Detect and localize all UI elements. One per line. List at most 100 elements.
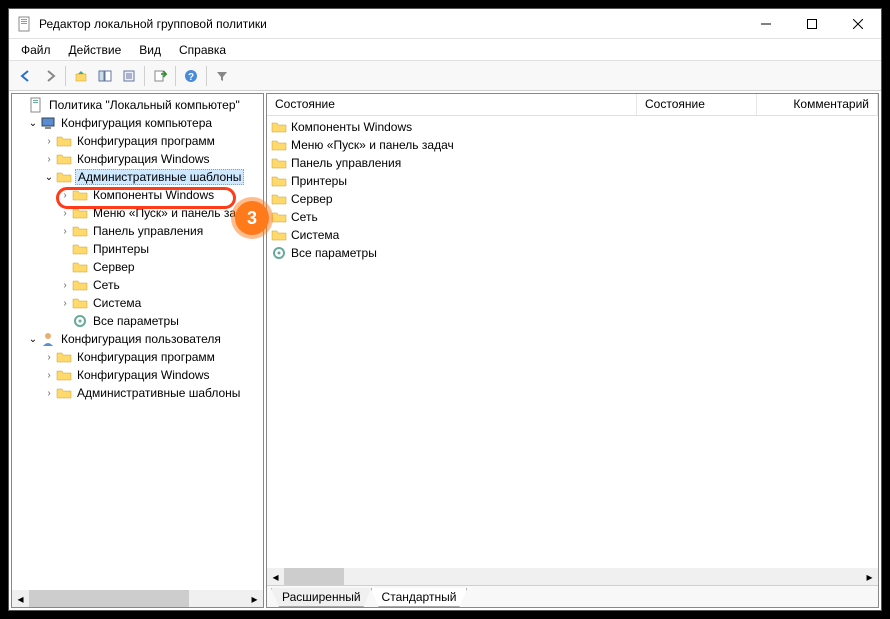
folder-icon [72,277,88,293]
scroll-track[interactable] [29,590,246,607]
tree-label: Конфигурация программ [75,350,217,364]
tree-label: Конфигурация программ [75,134,217,148]
policy-icon [28,97,44,113]
tree-hscrollbar[interactable]: ◂ ▸ [12,590,263,607]
tree-item[interactable]: Сервер [12,258,263,276]
minimize-button[interactable] [743,9,789,39]
list-label: Панель управления [291,156,401,170]
folder-icon [56,169,72,185]
chevron-down-icon[interactable]: ⌄ [26,118,40,129]
close-button[interactable] [835,9,881,39]
folder-icon [56,349,72,365]
list-item[interactable]: Компоненты Windows [267,118,878,136]
chevron-right-icon[interactable]: › [58,226,72,237]
list-item[interactable]: Принтеры [267,172,878,190]
tree-item[interactable]: › Сеть [12,276,263,294]
list-label: Принтеры [291,174,347,188]
chevron-right-icon[interactable]: › [42,352,56,363]
up-button[interactable] [70,65,92,87]
list-item[interactable]: Сеть [267,208,878,226]
toolbar-separator [206,66,207,86]
tree-item[interactable]: Все параметры [12,312,263,330]
tab-extended[interactable]: Расширенный [271,588,372,607]
chevron-right-icon[interactable]: › [42,370,56,381]
menu-file[interactable]: Файл [13,41,59,59]
tab-standard[interactable]: Стандартный [371,588,468,607]
column-header-state2[interactable]: Состояние [637,94,757,115]
tree-item[interactable]: › Конфигурация Windows [12,366,263,384]
list-hscrollbar[interactable]: ◂ ▸ [267,568,878,585]
list-label: Меню «Пуск» и панель задач [291,138,454,152]
tree-label: Конфигурация Windows [75,368,212,382]
folder-icon [56,151,72,167]
settings-icon [271,245,287,261]
menu-action[interactable]: Действие [61,41,130,59]
scroll-thumb[interactable] [284,568,344,585]
toolbar: ? [9,61,881,91]
settings-icon [72,313,88,329]
nav-back-button[interactable] [15,65,37,87]
list-label: Все параметры [291,246,377,260]
scroll-right-icon[interactable]: ▸ [246,590,263,607]
list-body[interactable]: Компоненты Windows Меню «Пуск» и панель … [267,116,878,568]
folder-icon [271,191,287,207]
column-header-comment[interactable]: Комментарий [757,94,878,115]
properties-button[interactable] [118,65,140,87]
menu-help[interactable]: Справка [171,41,234,59]
chevron-right-icon[interactable]: › [42,388,56,399]
view-tabs: Расширенный Стандартный [267,585,878,607]
tree-computer-config[interactable]: ⌄ Конфигурация компьютера [12,114,263,132]
chevron-right-icon[interactable]: › [58,280,72,291]
list-label: Компоненты Windows [291,120,412,134]
tree-root[interactable]: Политика "Локальный компьютер" [12,96,263,114]
export-button[interactable] [149,65,171,87]
chevron-down-icon[interactable]: ⌄ [42,172,56,183]
list-item[interactable]: Сервер [267,190,878,208]
folder-icon [271,137,287,153]
list-label: Сервер [291,192,333,206]
list-label: Система [291,228,339,242]
tree-item[interactable]: › Конфигурация Windows [12,150,263,168]
tree-item[interactable]: › Панель управления [12,222,263,240]
scroll-thumb[interactable] [29,590,189,607]
scroll-right-icon[interactable]: ▸ [861,568,878,585]
chevron-right-icon[interactable]: › [58,298,72,309]
tree-label: Конфигурация компьютера [59,116,214,130]
tree-item[interactable]: › Конфигурация программ [12,348,263,366]
filter-button[interactable] [211,65,233,87]
list-item[interactable]: Все параметры [267,244,878,262]
list-item[interactable]: Меню «Пуск» и панель задач [267,136,878,154]
tree-admin-templates[interactable]: ⌄ Административные шаблоны [12,168,263,186]
tree-item[interactable]: Принтеры [12,240,263,258]
folder-icon [72,223,88,239]
scroll-left-icon[interactable]: ◂ [267,568,284,585]
tree-label: Сеть [91,278,122,292]
list-item[interactable]: Система [267,226,878,244]
body: Политика "Локальный компьютер" ⌄ Конфигу… [9,91,881,610]
chevron-right-icon[interactable]: › [58,208,72,219]
tree-item[interactable]: › Административные шаблоны [12,384,263,402]
toolbar-separator [144,66,145,86]
chevron-right-icon[interactable]: › [42,136,56,147]
tree-item[interactable]: › Конфигурация программ [12,132,263,150]
tree-label: Конфигурация Windows [75,152,212,166]
tree[interactable]: Политика "Локальный компьютер" ⌄ Конфигу… [12,94,263,590]
nav-forward-button[interactable] [39,65,61,87]
tree-user-config[interactable]: ⌄ Конфигурация пользователя [12,330,263,348]
scroll-left-icon[interactable]: ◂ [12,590,29,607]
tree-pane: Политика "Локальный компьютер" ⌄ Конфигу… [11,93,264,608]
column-header-state[interactable]: Состояние [267,94,637,115]
maximize-button[interactable] [789,9,835,39]
chevron-down-icon[interactable]: ⌄ [26,334,40,345]
menu-view[interactable]: Вид [131,41,169,59]
scroll-track[interactable] [284,568,861,585]
show-hide-tree-button[interactable] [94,65,116,87]
list-item[interactable]: Панель управления [267,154,878,172]
chevron-right-icon[interactable]: › [42,154,56,165]
app-icon [17,16,33,32]
help-button[interactable]: ? [180,65,202,87]
tree-item[interactable]: › Система [12,294,263,312]
list-label: Сеть [291,210,318,224]
annotation-badge: 3 [235,201,269,235]
folder-icon [72,295,88,311]
